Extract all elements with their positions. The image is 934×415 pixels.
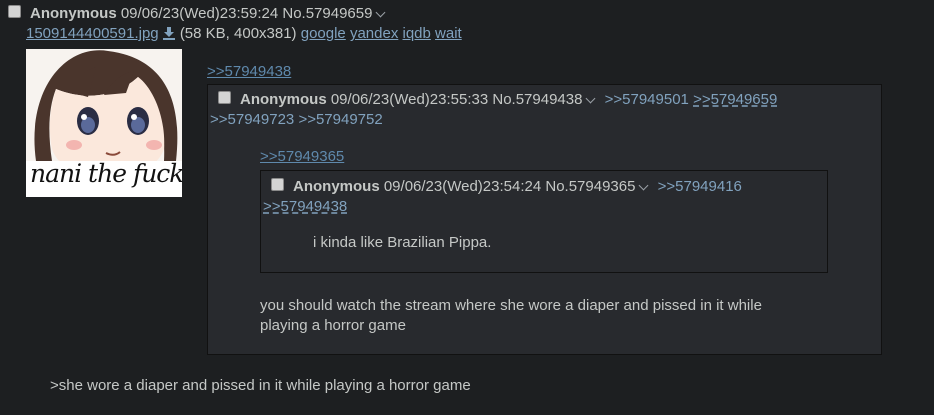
backlink[interactable]: >>57949723 <box>210 111 294 128</box>
file-name-link[interactable]: 1509144400591.jpg <box>26 25 159 42</box>
reply-backlinks: >>57949723 >>57949752 <box>210 111 383 128</box>
post-select-checkbox[interactable] <box>8 5 21 18</box>
post-header: Anonymous 09/06/23(Wed)23:59:24 No.57949… <box>30 5 390 22</box>
file-info: 1509144400591.jpg (58 KB, 400x381) googl… <box>26 25 462 42</box>
post-menu-chevron-icon[interactable] <box>376 7 386 18</box>
backlink-current[interactable]: >>57949438 <box>263 198 347 215</box>
post-number[interactable]: No.57949365 <box>545 178 635 195</box>
backlink[interactable]: >>57949501 <box>605 91 689 108</box>
reply-backlinks: >>57949438 <box>263 198 347 215</box>
file-size-dimensions: (58 KB, 400x381) <box>179 25 297 42</box>
post-thumbnail[interactable]: nani the fuck <box>26 49 182 197</box>
backlink-current[interactable]: >>57949659 <box>693 91 777 108</box>
quote-link[interactable]: >>57949438 <box>207 63 291 80</box>
post-message-line: you should watch the stream where she wo… <box>260 297 762 314</box>
expanded-quote-link[interactable]: >>57949365 <box>260 148 344 165</box>
reply-header: Anonymous 09/06/23(Wed)23:55:33 No.57949… <box>240 91 777 108</box>
post-menu-chevron-icon[interactable] <box>639 180 649 191</box>
backlink[interactable]: >>57949752 <box>298 111 382 128</box>
search-yandex-link[interactable]: yandex <box>350 25 398 42</box>
search-iqdb-link[interactable]: iqdb <box>403 25 431 42</box>
post-datetime: 09/06/23(Wed)23:59:24 <box>120 5 279 22</box>
greentext-quote: >she wore a diaper and pissed in it whil… <box>50 377 471 394</box>
expanded-quote-link[interactable]: >>57949438 <box>207 63 291 80</box>
search-wait-link[interactable]: wait <box>435 25 462 42</box>
post-datetime: 09/06/23(Wed)23:54:24 <box>383 178 542 195</box>
thumbnail-caption: nani the fuck <box>30 159 182 188</box>
reply-select-checkbox[interactable] <box>218 91 231 104</box>
reply-select-checkbox[interactable] <box>271 178 284 191</box>
download-icon[interactable] <box>162 26 176 40</box>
poster-name: Anonymous <box>240 91 327 108</box>
poster-name: Anonymous <box>293 178 380 195</box>
post-number[interactable]: No.57949438 <box>492 91 582 108</box>
post-menu-chevron-icon[interactable] <box>586 93 596 104</box>
backlink[interactable]: >>57949416 <box>658 178 742 195</box>
post-message-line: playing a horror game <box>260 317 406 334</box>
poster-name: Anonymous <box>30 5 117 22</box>
search-google-link[interactable]: google <box>301 25 346 42</box>
post-message: i kinda like Brazilian Pippa. <box>313 234 492 251</box>
post-datetime: 09/06/23(Wed)23:55:33 <box>330 91 489 108</box>
reply-header: Anonymous 09/06/23(Wed)23:54:24 No.57949… <box>293 178 742 195</box>
quote-link[interactable]: >>57949365 <box>260 148 344 165</box>
post-number[interactable]: No.57949659 <box>282 5 372 22</box>
